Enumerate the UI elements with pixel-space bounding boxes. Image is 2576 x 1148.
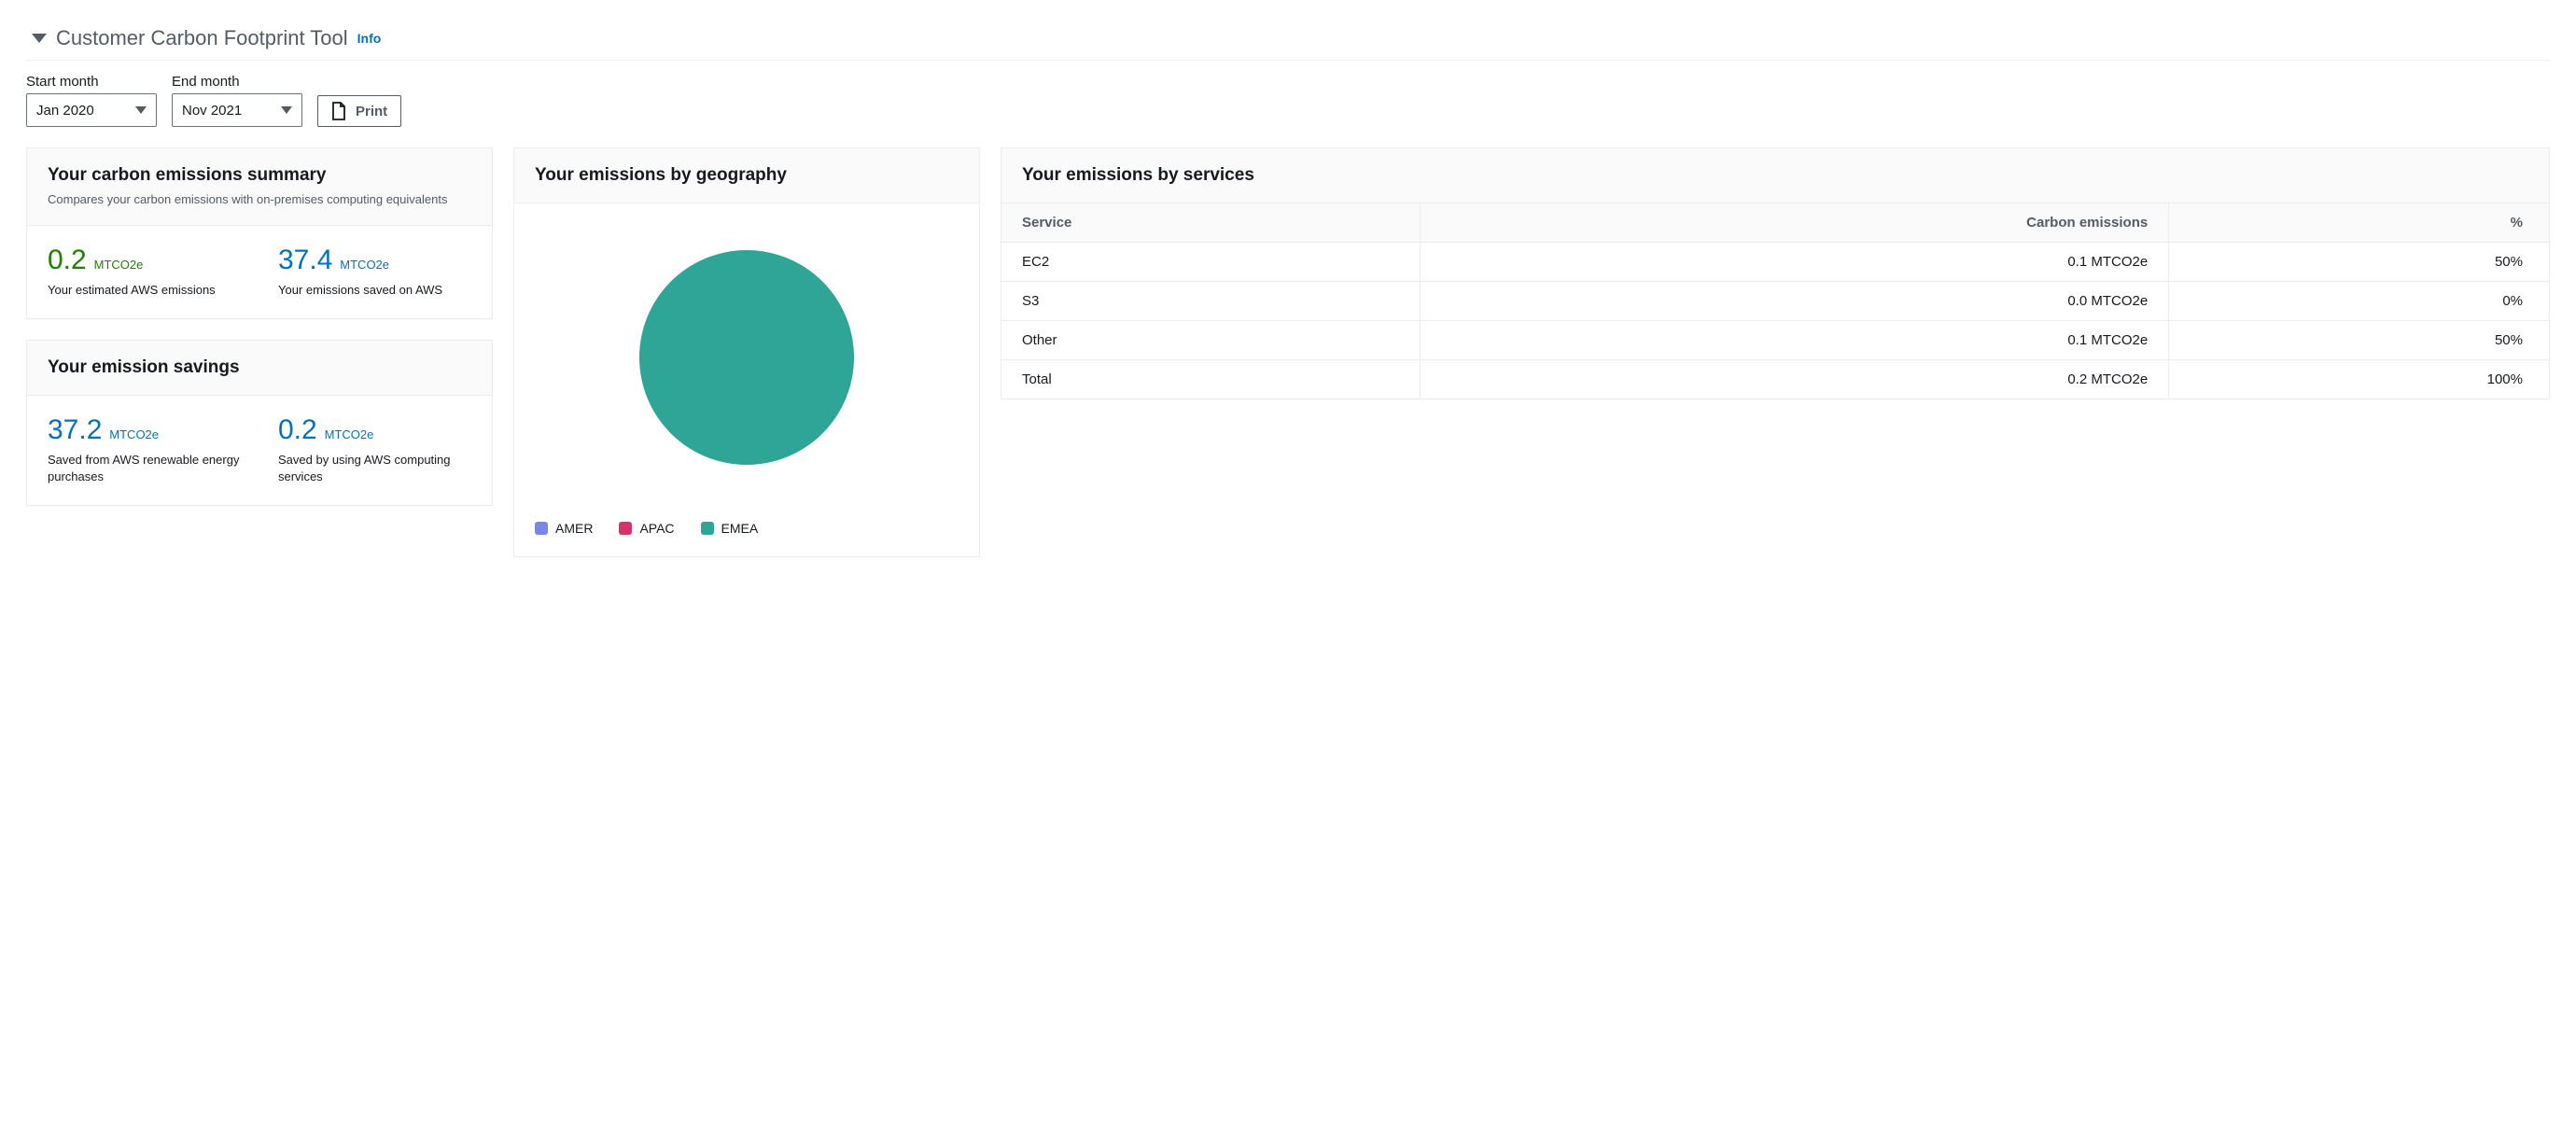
savings-card-title: Your emission savings [48, 357, 471, 378]
legend-swatch-icon [619, 522, 632, 535]
service-emissions-cell: 0.1 MTCO2e [1421, 321, 2169, 360]
service-emissions-cell: 0.0 MTCO2e [1421, 282, 2169, 321]
collapse-caret-icon[interactable] [32, 34, 47, 43]
service-percent-cell: 50% [2169, 321, 2549, 360]
section-header: Customer Carbon Footprint Tool Info [26, 26, 2550, 61]
service-percent-cell: 0% [2169, 282, 2549, 321]
table-row: EC20.1 MTCO2e50% [1001, 243, 2549, 282]
emissions-by-services-card: Your emissions by services Service Carbo… [1001, 147, 2550, 399]
legend-swatch-icon [701, 522, 714, 535]
end-month-value: Nov 2021 [182, 103, 242, 119]
services-col-emissions: Carbon emissions [1421, 203, 2169, 243]
summary-card-subtitle: Compares your carbon emissions with on-p… [48, 191, 471, 208]
info-link[interactable]: Info [357, 31, 382, 46]
legend-item: APAC [619, 521, 674, 536]
legend-item: AMER [535, 521, 593, 536]
chevron-down-icon [135, 106, 147, 114]
document-icon [331, 102, 346, 120]
services-card-title: Your emissions by services [1022, 165, 2528, 186]
legend-item: EMEA [701, 521, 759, 536]
legend-swatch-icon [535, 522, 548, 535]
estimated-emissions-unit: MTCO2e [94, 258, 144, 272]
legend-label: EMEA [721, 521, 759, 536]
geography-pie-chart [639, 250, 854, 465]
end-month-label: End month [172, 74, 302, 90]
emission-savings-card: Your emission savings 37.2 MTCO2e Saved … [26, 340, 493, 506]
start-month-value: Jan 2020 [36, 103, 94, 119]
saved-emissions-value: 37.4 [278, 246, 332, 274]
table-row: Total0.2 MTCO2e100% [1001, 360, 2549, 399]
start-month-label: Start month [26, 74, 157, 90]
emissions-by-geography-card: Your emissions by geography AMER APAC EMEA [513, 147, 980, 557]
print-button[interactable]: Print [317, 95, 401, 127]
services-col-service: Service [1001, 203, 1421, 243]
renewable-savings-value: 37.2 [48, 416, 102, 444]
carbon-summary-card: Your carbon emissions summary Compares y… [26, 147, 493, 319]
chevron-down-icon [281, 106, 292, 114]
service-name-cell: Other [1001, 321, 1421, 360]
computing-savings-label: Saved by using AWS computing services [278, 452, 471, 484]
computing-savings-unit: MTCO2e [325, 427, 374, 441]
service-name-cell: S3 [1001, 282, 1421, 321]
service-emissions-cell: 0.2 MTCO2e [1421, 360, 2169, 399]
computing-savings-value: 0.2 [278, 416, 317, 444]
table-row: Other0.1 MTCO2e50% [1001, 321, 2549, 360]
renewable-savings-label: Saved from AWS renewable energy purchase… [48, 452, 241, 484]
services-col-percent: % [2169, 203, 2549, 243]
controls-row: Start month Jan 2020 End month Nov 2021 … [26, 74, 2550, 127]
summary-card-title: Your carbon emissions summary [48, 165, 471, 186]
legend-label: AMER [555, 521, 593, 536]
legend-label: APAC [639, 521, 674, 536]
service-name-cell: Total [1001, 360, 1421, 399]
service-emissions-cell: 0.1 MTCO2e [1421, 243, 2169, 282]
estimated-emissions-label: Your estimated AWS emissions [48, 282, 241, 299]
print-label: Print [356, 104, 387, 119]
service-name-cell: EC2 [1001, 243, 1421, 282]
page-title: Customer Carbon Footprint Tool [56, 26, 348, 50]
geography-legend: AMER APAC EMEA [535, 511, 959, 536]
end-month-select[interactable]: Nov 2021 [172, 93, 302, 127]
services-table: Service Carbon emissions % EC20.1 MTCO2e… [1001, 203, 2549, 399]
table-row: S30.0 MTCO2e0% [1001, 282, 2549, 321]
saved-emissions-label: Your emissions saved on AWS [278, 282, 471, 299]
estimated-emissions-value: 0.2 [48, 246, 87, 274]
saved-emissions-unit: MTCO2e [340, 258, 389, 272]
service-percent-cell: 50% [2169, 243, 2549, 282]
service-percent-cell: 100% [2169, 360, 2549, 399]
start-month-select[interactable]: Jan 2020 [26, 93, 157, 127]
geography-card-title: Your emissions by geography [535, 165, 959, 186]
renewable-savings-unit: MTCO2e [109, 427, 159, 441]
